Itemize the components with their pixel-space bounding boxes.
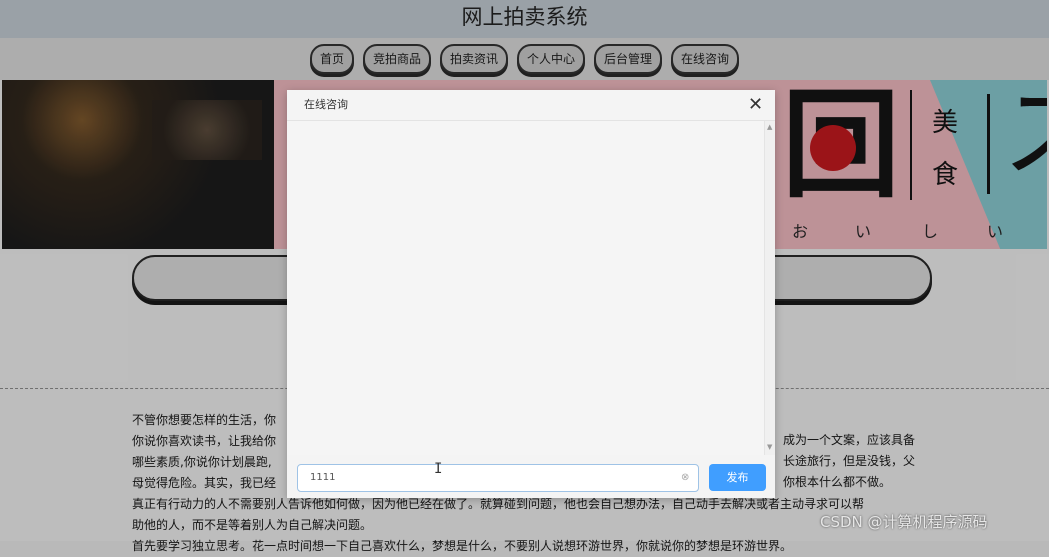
publish-button[interactable]: 发布 [709, 464, 766, 491]
message-input-value: 1111 [310, 472, 336, 483]
text-cursor-icon: I [434, 461, 443, 477]
clear-icon[interactable]: ⊗ [681, 465, 689, 491]
online-consult-dialog: 在线咨询 ✕ ▲ ▼ 1111 ⊗ I 发布 [287, 90, 775, 498]
dialog-header: 在线咨询 ✕ [287, 90, 775, 121]
scroll-down-icon[interactable]: ▼ [767, 443, 772, 451]
message-scrollbar[interactable]: ▲ ▼ [764, 121, 775, 455]
scroll-up-icon[interactable]: ▲ [767, 123, 772, 131]
message-input[interactable]: 1111 ⊗ [297, 464, 699, 492]
dialog-title: 在线咨询 [304, 98, 348, 111]
close-icon[interactable]: ✕ [748, 90, 763, 120]
message-list[interactable] [287, 121, 765, 455]
